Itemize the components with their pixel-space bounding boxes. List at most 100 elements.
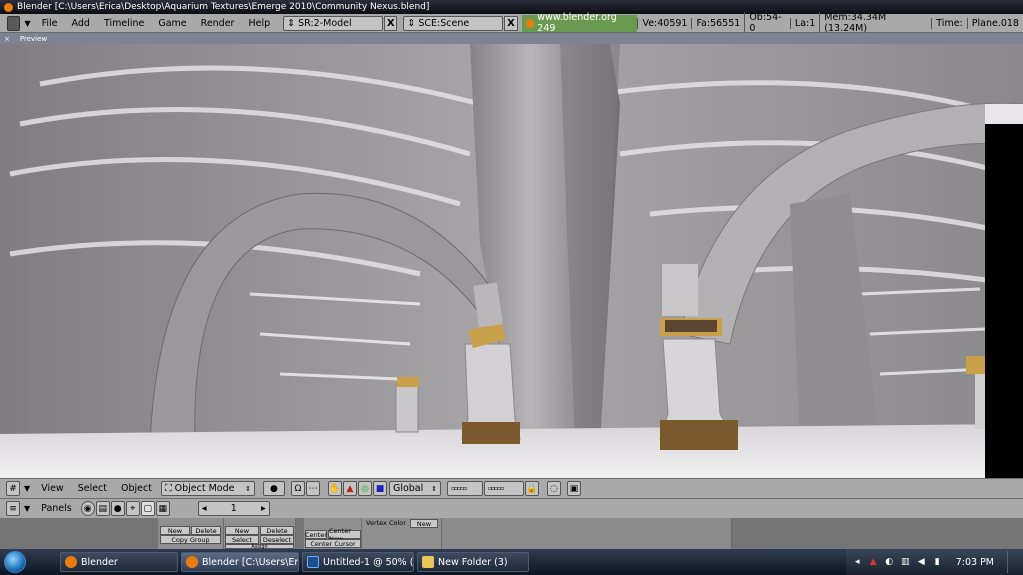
delete-button[interactable]: Delete: [191, 526, 221, 535]
task-label-3: Untitled-1 @ 50% (L...: [323, 556, 414, 568]
stat-active-object: Plane.018: [966, 17, 1023, 29]
info-header: ▼ File Add Timeline Game Render Help ⇕ S…: [0, 12, 1023, 34]
mode-select[interactable]: ⛶ Object Mode ⇕: [160, 481, 255, 496]
center-cursor-button[interactable]: Center Cursor: [305, 539, 361, 548]
rotate-manipulator-icon[interactable]: ◎: [357, 481, 372, 496]
task-label-2: Blender [C:\Users\Er...: [202, 556, 299, 568]
grid-editor-type-icon[interactable]: #: [6, 481, 20, 496]
folder-task-icon: [422, 556, 434, 568]
stat-vertices: Ve:40591: [637, 17, 691, 29]
website-label: www.blender.org 249: [537, 12, 617, 34]
mode-label: Object Mode: [174, 483, 235, 494]
menu-add[interactable]: Add: [65, 18, 97, 29]
panel-vertex-groups: New Delete Select Deselect Assign: [224, 518, 296, 550]
screen-delete-button[interactable]: X: [383, 15, 398, 31]
blender-task-icon: [65, 556, 77, 568]
screen-selector[interactable]: ⇕ SR:2-Model: [283, 15, 383, 31]
stat-faces: Fa:56551: [691, 17, 744, 29]
blender-website-link[interactable]: www.blender.org 249: [521, 12, 638, 34]
pivot-icon[interactable]: Ω: [290, 481, 305, 496]
panels-menu[interactable]: Panels: [34, 503, 79, 514]
stat-time: Time:: [931, 17, 966, 29]
orientation-dropdown-icon: ⇕: [431, 484, 437, 493]
window-type-button[interactable]: [7, 15, 21, 31]
clock[interactable]: 7:03 PM: [956, 557, 994, 568]
menu-render[interactable]: Render: [194, 18, 242, 29]
task-label-4: New Folder (3): [438, 556, 508, 568]
task-blender[interactable]: Blender: [60, 552, 178, 572]
blender-app-icon: [4, 2, 13, 12]
shading-select[interactable]: ●: [262, 481, 285, 496]
screen-name: SR:2-Model: [298, 17, 352, 29]
new-vgroup-button[interactable]: New: [225, 526, 259, 535]
stat-lamps: La:1: [789, 17, 819, 29]
tray-expand-icon[interactable]: ◂: [852, 557, 863, 568]
preview-label: Preview: [19, 34, 48, 43]
menu-view[interactable]: View: [34, 483, 71, 494]
task-blender-file[interactable]: Blender [C:\Users\Er...: [181, 552, 299, 572]
task-photoshop[interactable]: Untitled-1 @ 50% (L...: [302, 552, 414, 572]
stat-objects: Ob:54-0: [744, 12, 790, 34]
3d-viewport[interactable]: [0, 44, 1023, 478]
panel-center: Center Center New Center Cursor: [304, 518, 362, 549]
new-button[interactable]: New: [160, 526, 190, 535]
scene-context-icon[interactable]: ▦: [155, 501, 170, 516]
menu-timeline[interactable]: Timeline: [97, 18, 151, 29]
adobe-tray-icon[interactable]: ▲: [868, 557, 879, 568]
hand-manipulator-icon[interactable]: ✋: [327, 481, 342, 496]
volume-icon[interactable]: ◀: [916, 557, 927, 568]
scene-delete-button[interactable]: X: [504, 15, 518, 31]
task-folder[interactable]: New Folder (3): [417, 552, 529, 572]
header-collapse-icon-3[interactable]: ▼: [24, 504, 30, 513]
ogl-render-icon[interactable]: ◌: [546, 481, 561, 496]
header-collapse-icon[interactable]: ▼: [24, 19, 30, 28]
menu-help[interactable]: Help: [241, 18, 277, 29]
scene-name: SCE:Scene: [418, 17, 470, 29]
logic-context-icon[interactable]: ◉: [80, 501, 95, 516]
menu-file[interactable]: File: [35, 18, 65, 29]
frame-increment-icon[interactable]: ▸: [261, 503, 266, 514]
preview-close-icon[interactable]: ×: [4, 35, 10, 43]
menu-game[interactable]: Game: [151, 18, 193, 29]
system-tray: ◂ ▲ ◐ ▥ ◀ ▮ 7:03 PM: [845, 549, 1023, 575]
script-context-icon[interactable]: ▤: [95, 501, 110, 516]
start-button[interactable]: [0, 549, 30, 575]
center-new-button[interactable]: Center New: [328, 527, 361, 543]
power-icon[interactable]: ▮: [932, 557, 943, 568]
network-icon[interactable]: ▥: [900, 557, 911, 568]
new-vertex-color-button[interactable]: New: [410, 519, 438, 528]
lock-icon[interactable]: 🔒: [524, 481, 539, 496]
menu-select[interactable]: Select: [71, 483, 114, 494]
menu-object[interactable]: Object: [114, 483, 159, 494]
orientation-select[interactable]: Global ⇕: [388, 481, 441, 496]
frame-decrement-icon[interactable]: ◂: [202, 503, 207, 514]
mode-dropdown-icon: ⇕: [245, 484, 251, 493]
object-mode-icon: ⛶: [164, 483, 172, 494]
delete-vgroup-button[interactable]: Delete: [260, 526, 294, 535]
show-desktop-button[interactable]: [1007, 551, 1017, 573]
layer-icon[interactable]: ⋯: [305, 481, 320, 496]
editing-context-icon[interactable]: ▢: [140, 501, 155, 516]
render-preview-icon[interactable]: ▣: [566, 481, 581, 496]
center-button[interactable]: Center: [305, 530, 327, 539]
scale-manipulator-icon[interactable]: ■: [372, 481, 387, 496]
layer-buttons-1[interactable]: ▫▫▫▫▫: [446, 481, 483, 496]
translate-manipulator-icon[interactable]: ▲: [342, 481, 357, 496]
buttons-editor-type-icon[interactable]: ≡: [6, 501, 20, 516]
copy-group-button[interactable]: Copy Group: [160, 535, 221, 544]
frame-value: 1: [230, 503, 237, 514]
task-label: Blender: [81, 556, 118, 568]
3d-view-header: # ▼ View Select Object ⛶ Object Mode ⇕ ●…: [0, 478, 1023, 498]
vertex-color-label: Vertex Color: [366, 519, 406, 527]
layer-buttons-2[interactable]: ▫▫▫▫▫: [483, 481, 524, 496]
scene-browse-icon: ⇕: [407, 17, 416, 29]
frame-stepper[interactable]: ◂ 1 ▸: [197, 501, 270, 516]
orientation-label: Global: [392, 483, 424, 494]
header-collapse-icon-2[interactable]: ▼: [24, 484, 30, 493]
photoshop-task-icon: [307, 556, 319, 568]
tray-app-icon[interactable]: ◐: [884, 557, 895, 568]
stat-memory: Mem:34.34M (13.24M): [819, 12, 931, 34]
shading-context-icon[interactable]: ●: [110, 501, 125, 516]
scene-selector[interactable]: ⇕ SCE:Scene: [403, 15, 504, 31]
object-context-icon[interactable]: ⌖: [125, 501, 140, 516]
